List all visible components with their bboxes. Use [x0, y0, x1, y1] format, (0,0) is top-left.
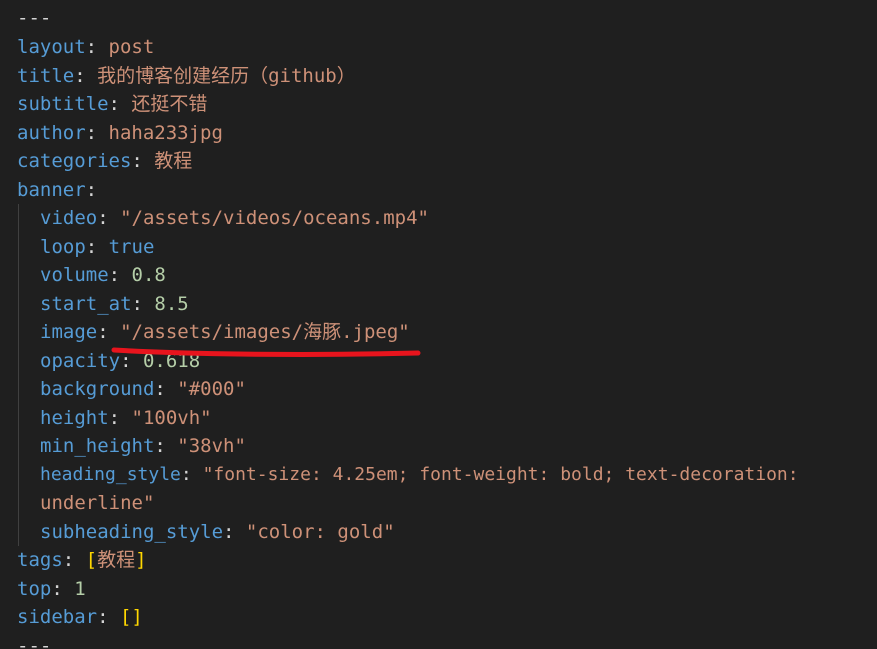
yaml-value: "/assets/images/海豚.jpeg"	[120, 321, 410, 343]
yaml-value: underline"	[40, 492, 155, 514]
code-line-top: top: 1	[17, 577, 86, 600]
front-matter-end: ---	[17, 634, 52, 649]
yaml-key: title	[17, 64, 75, 87]
yaml-key: opacity	[40, 349, 121, 372]
yaml-value: 0.618	[142, 349, 201, 372]
code-line-heading-style: heading_style: "font-size: 4.25em; font-…	[40, 463, 799, 485]
yaml-key: video	[40, 207, 98, 229]
code-line-image: image: "/assets/images/海豚.jpeg"	[40, 321, 410, 343]
yaml-key: categories	[17, 150, 132, 172]
yaml-value: "#000"	[177, 378, 246, 400]
code-line-subtitle: subtitle: 还挺不错	[17, 93, 208, 115]
yaml-value: "color: gold"	[245, 520, 395, 543]
yaml-value: 还挺不错	[131, 93, 208, 115]
code-line-categories: categories: 教程	[17, 150, 193, 172]
yaml-key: banner	[17, 178, 86, 201]
yaml-key: top	[17, 577, 52, 600]
yaml-key: layout	[17, 36, 86, 58]
yaml-value: 8.5	[154, 292, 189, 315]
code-line-title: title: 我的博客创建经历（github）	[17, 64, 356, 87]
yaml-key: volume	[40, 264, 109, 286]
yaml-key: tags	[17, 549, 63, 571]
yaml-value: 1	[74, 577, 86, 600]
yaml-value: post	[108, 36, 155, 58]
code-line-sidebar: sidebar: []	[17, 606, 143, 628]
bracket-close: ]	[135, 549, 147, 571]
yaml-value: 0.8	[131, 264, 166, 286]
code-line-height: height: "100vh"	[40, 406, 212, 429]
bracket-open: [	[85, 549, 98, 571]
code-line-tags: tags: [教程]	[17, 549, 147, 571]
code-line-banner: banner:	[17, 178, 98, 201]
yaml-key: heading_style	[40, 463, 181, 485]
yaml-key: subheading_style	[40, 520, 224, 543]
code-line-background: background: "#000"	[40, 378, 246, 400]
yaml-value: 教程	[154, 150, 193, 172]
yaml-value: true	[108, 235, 155, 258]
code-line-heading-style-wrap: underline"	[40, 489, 154, 518]
yaml-value: 我的博客创建经历（github）	[97, 64, 356, 87]
yaml-key: start_at	[40, 292, 132, 315]
yaml-value: []	[119, 606, 143, 628]
code-line-start-at: start_at: 8.5	[40, 292, 189, 315]
code-line-video: video: "/assets/videos/oceans.mp4"	[40, 207, 429, 229]
yaml-key: sidebar	[17, 606, 98, 628]
code-line-opacity: opacity: 0.618	[40, 349, 201, 372]
front-matter-start: ---	[17, 7, 52, 29]
yaml-value: 教程	[97, 549, 136, 571]
code-line-loop: loop: true	[40, 235, 155, 258]
yaml-key: height	[40, 406, 109, 429]
yaml-key: background	[40, 378, 155, 400]
yaml-value: "38vh"	[177, 435, 246, 457]
code-line-subheading-style: subheading_style: "color: gold"	[40, 520, 395, 543]
yaml-key: subtitle	[17, 93, 109, 115]
indent-guide	[18, 204, 19, 546]
yaml-value: "/assets/videos/oceans.mp4"	[120, 207, 429, 229]
code-line-volume: volume: 0.8	[40, 264, 166, 286]
code-line-author: author: haha233jpg	[17, 121, 223, 144]
yaml-value: haha233jpg	[108, 121, 223, 144]
yaml-value: "100vh"	[131, 406, 212, 429]
yaml-value: "font-size: 4.25em; font-weight: bold; t…	[202, 463, 799, 485]
code-line-layout: layout: post	[17, 36, 155, 58]
code-line-min-height: min_height: "38vh"	[40, 435, 246, 457]
yaml-key: min_height	[40, 435, 155, 457]
code-editor[interactable]: --- layout: post title: 我的博客创建经历（github）…	[0, 0, 877, 649]
yaml-key: loop	[40, 235, 86, 258]
yaml-key: image	[40, 321, 98, 343]
yaml-key: author	[17, 121, 86, 144]
